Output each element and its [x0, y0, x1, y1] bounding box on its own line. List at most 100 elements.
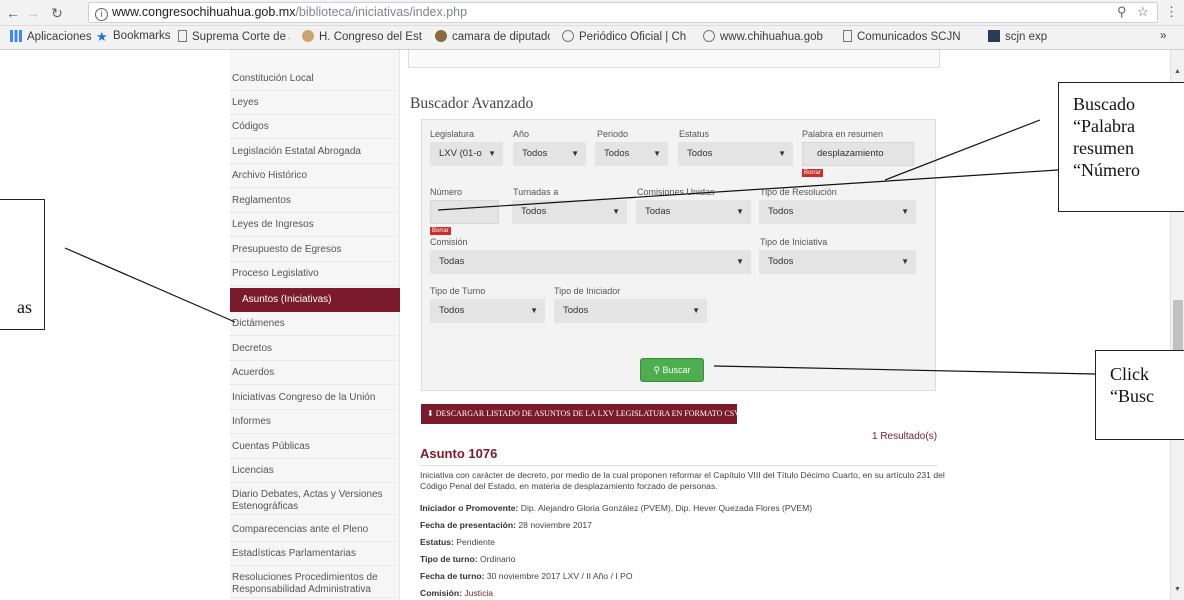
bookmark-item[interactable]: www.chihuahua.gob. — [703, 30, 823, 43]
url-host: www.congresochihuahua.gob.mx — [112, 5, 296, 19]
page-content: Constitución Local Leyes Códigos Legisla… — [0, 50, 1170, 600]
sidebar-item[interactable]: Comparecencias ante el Pleno — [230, 524, 400, 542]
more-bookmarks-button[interactable]: » — [1160, 30, 1180, 42]
dropdown-arrow-icon: ▼ — [901, 207, 909, 216]
numero-input[interactable] — [430, 200, 499, 224]
sidebar-item[interactable]: Decretos — [230, 343, 400, 361]
sidebar-item[interactable]: Leyes — [230, 97, 400, 115]
meta-label: Comisión: — [420, 588, 463, 598]
bookmark-item[interactable]: H. Congreso del Esta — [302, 30, 422, 43]
sidebar-item[interactable]: Cuentas Públicas — [230, 441, 400, 459]
bookmark-item[interactable]: camara de diputado — [435, 30, 550, 43]
sidebar-item[interactable]: Leyes de Ingresos — [230, 219, 400, 237]
content-card-top — [408, 50, 940, 68]
tipo-resolucion-select[interactable]: Todos ▼ — [759, 200, 916, 224]
legislatura-select[interactable]: LXV (01-o ▼ — [430, 142, 503, 166]
info-icon[interactable]: i — [95, 8, 108, 21]
periodo-select[interactable]: Todos ▼ — [595, 142, 668, 166]
clear-palabra-button[interactable]: Borrar — [802, 169, 823, 177]
callout-line: Buscado — [1073, 94, 1135, 114]
label-legislatura: Legislatura — [430, 129, 475, 139]
meta-value: 30 noviembre 2017 LXV / II Año / I PO — [486, 571, 633, 581]
sidebar-item[interactable]: Legislación Estatal Abrogada — [230, 146, 400, 164]
label-comision: Comisión — [430, 237, 468, 247]
search-button-label: Buscar — [662, 365, 691, 375]
label-turnadas: Turnadas a — [513, 187, 559, 197]
sidebar-item[interactable]: Diario Debates, Actas y Versiones Esteno… — [230, 489, 398, 515]
sidebar-item[interactable]: Códigos — [230, 121, 400, 139]
sidebar-item[interactable]: Dictámenes — [230, 318, 400, 336]
comisiones-unidas-select[interactable]: Todas ▼ — [636, 200, 751, 224]
select-value: Todos — [604, 148, 630, 159]
palabra-input[interactable]: desplazamiento — [802, 142, 914, 166]
comision-select[interactable]: Todas ▼ — [430, 250, 751, 274]
dropdown-arrow-icon: ▼ — [736, 207, 744, 216]
bookmark-label: scjn exp — [1005, 31, 1048, 43]
sidebar-item[interactable]: Constitución Local — [230, 73, 400, 91]
callout-right-bottom: Click “Busc — [1095, 350, 1184, 440]
result-tipo-turno: Tipo de turno: Ordinario — [420, 554, 515, 564]
forward-arrow-icon[interactable]: → — [24, 4, 42, 22]
tipo-turno-select[interactable]: Todos ▼ — [430, 299, 545, 323]
turnadas-select[interactable]: Todos ▼ — [512, 200, 627, 224]
reload-icon[interactable]: ↻ — [48, 4, 66, 22]
bookmark-label: camara de diputado — [452, 31, 550, 43]
sidebar-item[interactable]: Archivo Histórico — [230, 170, 400, 188]
select-value: Todos — [768, 256, 794, 267]
sidebar-item[interactable]: Licencias — [230, 465, 400, 483]
bookmark-label: Bookmarks — [113, 30, 171, 42]
meta-value: Ordinario — [480, 554, 516, 564]
tipo-iniciativa-select[interactable]: Todos ▼ — [759, 250, 916, 274]
download-icon: ⬇ — [427, 409, 436, 418]
divider — [420, 465, 938, 466]
result-estatus: Estatus: Pendiente — [420, 537, 495, 547]
select-value: Todas — [439, 256, 465, 267]
emblem-icon — [435, 30, 447, 42]
label-numero: Número — [430, 187, 463, 197]
sidebar-item[interactable]: Reglamentos — [230, 195, 400, 213]
sidebar-item[interactable]: Presupuesto de Egresos — [230, 244, 400, 262]
menu-dots-icon[interactable]: ⋮ — [1165, 4, 1178, 20]
estatus-select[interactable]: Todos ▼ — [678, 142, 793, 166]
sidebar-menu: Constitución Local Leyes Códigos Legisla… — [230, 50, 400, 600]
sidebar-item[interactable]: Iniciativas Congreso de la Unión — [230, 392, 400, 410]
sidebar-item[interactable]: Proceso Legislativo — [230, 268, 400, 286]
bookmark-item[interactable]: Suprema Corte de Ju — [178, 30, 290, 43]
clear-numero-button[interactable]: Borrar — [430, 227, 451, 235]
back-arrow-icon[interactable]: ← — [4, 4, 22, 22]
select-value: Todos — [768, 206, 794, 217]
dropdown-arrow-icon: ▼ — [488, 149, 496, 158]
globe-icon — [703, 30, 715, 42]
sidebar-item[interactable]: Resoluciones Procedimientos de Responsab… — [230, 572, 398, 598]
comision-link[interactable]: Justicia — [464, 588, 493, 598]
sidebar-item-active[interactable]: Asuntos (Iniciativas) — [230, 288, 400, 312]
sidebar-item[interactable]: Acuerdos — [230, 367, 400, 385]
tipo-iniciador-select[interactable]: Todos ▼ — [554, 299, 707, 323]
sidebar-item[interactable]: Estadísticas Parlamentarias — [230, 548, 400, 566]
label-estatus: Estatus — [679, 129, 710, 139]
label-comisiones-unidas: Comisiones Unidas — [637, 187, 715, 197]
callout-right-top: Buscado “Palabra resumen “Número — [1058, 82, 1184, 212]
url-field[interactable]: i www.congresochihuahua.gob.mx/biblioteca… — [88, 2, 1158, 23]
apps-grid-icon — [10, 30, 22, 42]
bookmark-item[interactable]: Comunicados SCJN — [843, 30, 973, 43]
anio-select[interactable]: Todos ▼ — [513, 142, 586, 166]
label-tipo-iniciativa: Tipo de Iniciativa — [760, 237, 828, 247]
callout-line: “Palabra — [1073, 116, 1135, 136]
bookmark-item[interactable]: scjn exp — [988, 30, 1068, 43]
scroll-up-icon[interactable]: ▲ — [1174, 68, 1181, 75]
callout-line: “Número — [1073, 160, 1140, 180]
bookmark-item[interactable]: Periódico Oficial | Ch — [562, 30, 688, 43]
scroll-down-icon[interactable]: ▼ — [1174, 586, 1181, 593]
sidebar-item[interactable]: Informes — [230, 416, 400, 434]
search-button[interactable]: ⚲ Buscar — [640, 358, 704, 382]
callout-line: Click — [1110, 364, 1149, 384]
bookmark-star-icon[interactable]: ☆ — [1137, 4, 1149, 20]
dropdown-arrow-icon: ▼ — [571, 149, 579, 158]
zoom-icon[interactable]: ⚲ — [1117, 4, 1127, 20]
result-title[interactable]: Asunto 1076 — [420, 446, 497, 461]
download-csv-button[interactable]: ⬇ DESCARGAR LISTADO DE ASUNTOS DE LA LXV… — [421, 404, 737, 424]
dropdown-arrow-icon: ▼ — [612, 207, 620, 216]
meta-value: Pendiente — [456, 537, 496, 547]
select-value: Todos — [522, 148, 548, 159]
